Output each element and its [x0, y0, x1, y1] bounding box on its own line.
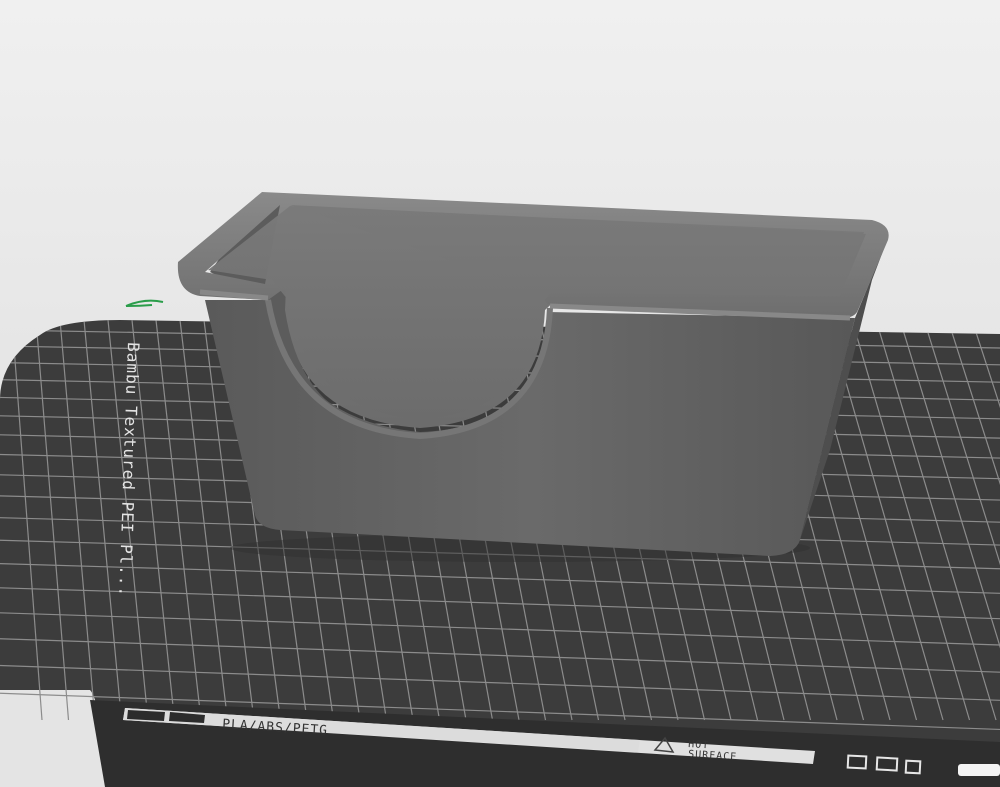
axis-arrow-icon: [125, 299, 164, 307]
3d-scene[interactable]: PLA/ABS/PETG HOT SURFACE Bambu Textured …: [0, 0, 1000, 787]
3d-viewport[interactable]: PLA/ABS/PETG HOT SURFACE Bambu Textured …: [0, 0, 1000, 787]
model-box[interactable]: [177, 192, 889, 562]
